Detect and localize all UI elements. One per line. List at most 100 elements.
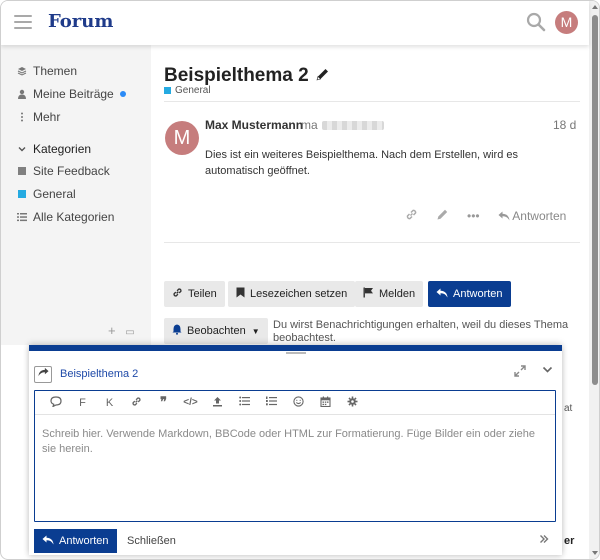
link-icon[interactable]: [405, 208, 418, 224]
link-icon[interactable]: [123, 396, 150, 410]
scroll-up-arrow[interactable]: [592, 5, 598, 9]
caret-down-icon: ▼: [251, 326, 260, 336]
bookmark-label: Lesezeichen setzen: [250, 288, 348, 300]
more-horizontal-icon[interactable]: •••: [467, 209, 480, 223]
redacted-handle: [322, 121, 384, 130]
page-scrollbar[interactable]: [589, 1, 599, 559]
sidebar-section-label: Kategorien: [33, 142, 92, 156]
reply-label: Antworten: [453, 288, 503, 300]
topic-main: Beispielthema 2 General M Max Mustermann…: [152, 45, 589, 345]
divider: [164, 242, 580, 243]
reply-icon: [42, 535, 54, 548]
sidebar-item-label: General: [33, 187, 76, 201]
post-author-handle[interactable]: ma: [301, 118, 318, 132]
topic-category-badge[interactable]: General: [164, 85, 211, 96]
bell-icon: [172, 324, 182, 338]
bookmark-button[interactable]: Lesezeichen setzen: [228, 281, 356, 307]
reply-icon: [436, 288, 448, 301]
bookmark-icon: [236, 287, 245, 301]
composer-topic-link[interactable]: Beispielthema 2: [60, 368, 138, 380]
sidebar-item-themen[interactable]: Themen: [17, 62, 77, 80]
unread-indicator: [119, 91, 126, 97]
keyboard-icon[interactable]: ▭: [125, 327, 134, 338]
share-label: Teilen: [188, 288, 217, 300]
post-author-name[interactable]: Max Mustermann: [205, 118, 303, 132]
sidebar-tools: + ▭: [108, 323, 135, 338]
composer-submit-button[interactable]: Antworten: [34, 529, 117, 553]
topic-title: Beispielthema 2: [164, 65, 330, 87]
sidebar-category-site-feedback[interactable]: Site Feedback: [17, 162, 110, 180]
post-reply-button[interactable]: Antworten: [498, 209, 585, 223]
watch-dropdown-button[interactable]: Beobachten ▼: [164, 318, 268, 344]
double-chevron-right-icon[interactable]: [539, 533, 549, 547]
composer-submit-label: Antworten: [59, 535, 109, 547]
watch-label: Beobachten: [187, 325, 246, 337]
sidebar-category-general[interactable]: General: [17, 185, 76, 203]
post-actions: ••• Antworten: [405, 208, 584, 224]
bold-button[interactable]: F: [69, 397, 96, 409]
sidebar-item-label: Site Feedback: [33, 164, 110, 178]
sidebar: Themen Meine Beiträge Mehr Kategorien Si…: [1, 45, 151, 345]
composer-editor[interactable]: F K ❞ </> Schreib hier. Verwende Markdow…: [34, 390, 556, 522]
sidebar-section-kategorien[interactable]: Kategorien: [17, 140, 91, 158]
edit-pencil-icon[interactable]: [315, 67, 330, 86]
numbered-list-icon[interactable]: [258, 396, 285, 409]
category-color-square: [17, 167, 27, 175]
post-reply-label: Antworten: [512, 209, 567, 223]
layers-icon: [17, 66, 27, 76]
topic-title-text: Beispielthema 2: [164, 65, 309, 86]
upload-icon[interactable]: [204, 396, 231, 410]
category-label: General: [175, 85, 211, 96]
quote-bubble-icon[interactable]: [42, 395, 69, 410]
share-forward-icon[interactable]: [34, 366, 52, 383]
editor-placeholder: Schreib hier. Verwende Markdown, BBCode …: [42, 428, 536, 455]
code-icon[interactable]: </>: [177, 397, 204, 408]
search-icon[interactable]: [526, 12, 546, 32]
share-button[interactable]: Teilen: [164, 281, 225, 307]
plus-icon[interactable]: +: [108, 323, 116, 338]
italic-button[interactable]: K: [96, 397, 123, 409]
flag-label: Melden: [379, 288, 416, 300]
list-icon: [17, 212, 27, 222]
scroll-down-arrow[interactable]: [592, 551, 598, 555]
flag-icon: [363, 287, 374, 301]
notification-explanation: Du wirst Benachrichtigungen erhalten, we…: [273, 319, 569, 344]
sidebar-item-label: Alle Kategorien: [33, 210, 115, 224]
chevron-down-icon[interactable]: [541, 363, 554, 379]
editor-toolbar: F K ❞ </>: [35, 391, 555, 415]
composer-close-button[interactable]: Schließen: [127, 535, 176, 547]
post-author-avatar[interactable]: M: [165, 121, 199, 155]
edit-icon[interactable]: [436, 208, 449, 224]
link-icon: [172, 287, 183, 301]
more-vertical-icon: [17, 112, 27, 122]
background-text-fragment: at: [564, 403, 573, 414]
sidebar-item-mehr[interactable]: Mehr: [17, 108, 60, 126]
sidebar-item-label: Themen: [33, 64, 78, 78]
chevron-down-icon: [17, 144, 27, 154]
app-window: Forum M Themen Meine Beiträge Mehr Kateg…: [0, 0, 600, 560]
post-date[interactable]: 18 d: [553, 118, 576, 132]
sidebar-item-label: Mehr: [33, 110, 61, 124]
bullet-list-icon[interactable]: [231, 396, 258, 409]
sidebar-category-all[interactable]: Alle Kategorien: [17, 208, 114, 226]
post-body: Dies ist ein weiteres Beispielthema. Nac…: [205, 149, 519, 177]
category-color-square: [164, 87, 171, 94]
scrollbar-thumb[interactable]: [592, 15, 598, 385]
reply-button[interactable]: Antworten: [428, 281, 511, 307]
category-color-square: [17, 190, 27, 198]
divider: [164, 101, 580, 102]
sidebar-item-meine-beitraege[interactable]: Meine Beiträge: [17, 85, 126, 103]
composer-resize-grip[interactable]: [286, 352, 306, 354]
emoji-icon[interactable]: [285, 395, 312, 410]
user-avatar[interactable]: M: [555, 11, 578, 34]
gear-icon[interactable]: [339, 396, 366, 410]
calendar-icon[interactable]: [312, 396, 339, 410]
expand-icon[interactable]: [514, 365, 526, 380]
site-logo[interactable]: Forum: [48, 11, 113, 32]
reply-composer: Beispielthema 2 F K ❞ </> Schreib hier. …: [29, 345, 562, 555]
hamburger-menu-icon[interactable]: [14, 15, 32, 29]
blockquote-icon[interactable]: ❞: [150, 395, 177, 410]
user-icon: [17, 89, 27, 99]
background-text-fragment: er: [564, 535, 575, 547]
flag-button[interactable]: Melden: [355, 281, 424, 307]
